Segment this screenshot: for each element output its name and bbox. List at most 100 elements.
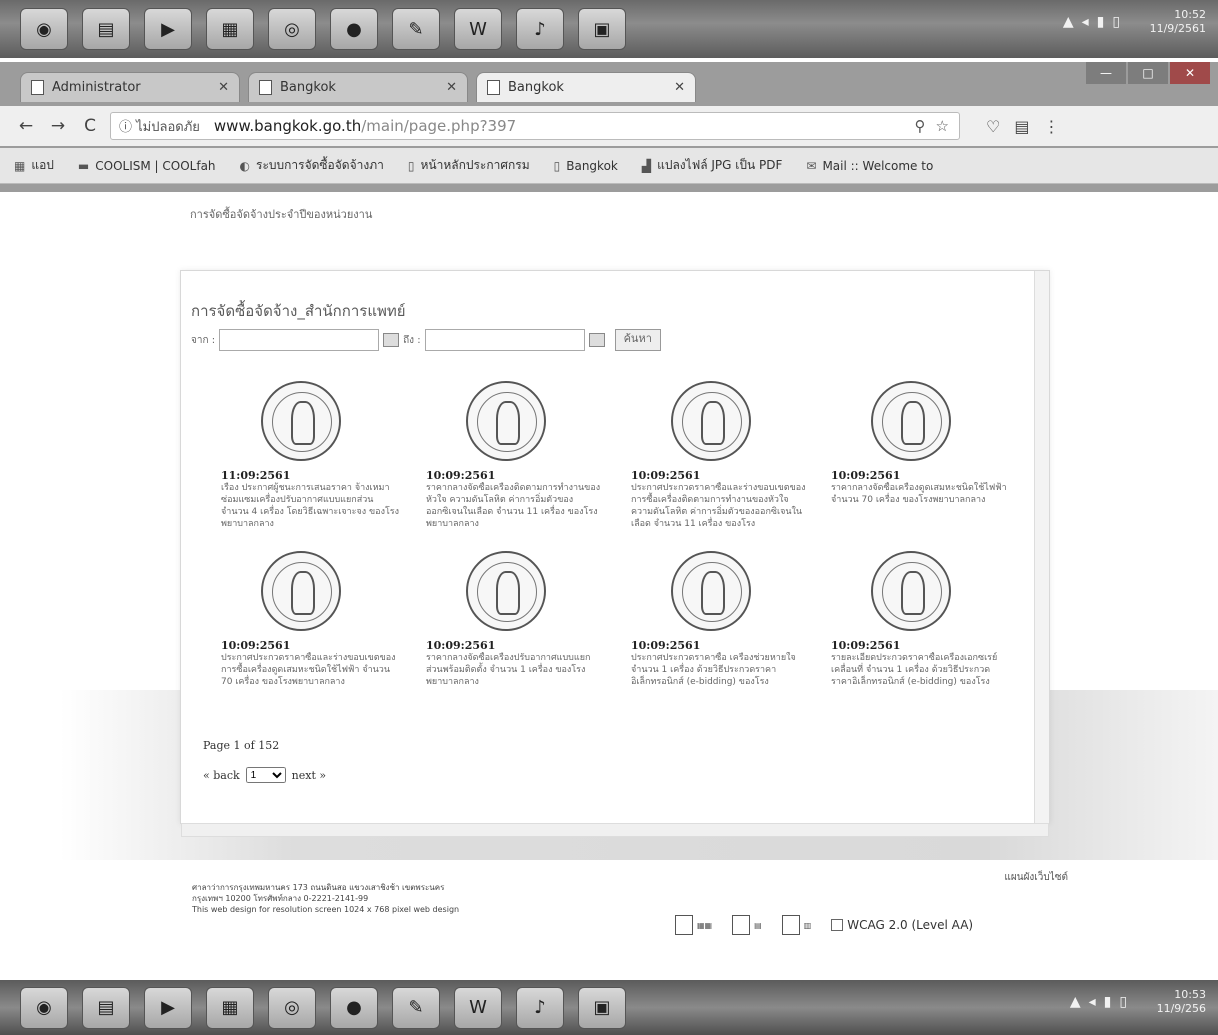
acrobat-icon[interactable]: ♪ (516, 8, 564, 50)
clock-time: 10:52 (1174, 8, 1206, 21)
extension-icon[interactable]: ▤ (1014, 117, 1029, 136)
adobe-logo[interactable]: ▥ (781, 915, 811, 935)
url-host: www.bangkok.go.th (213, 117, 362, 135)
minimize-button[interactable]: — (1086, 62, 1126, 84)
chat-icon[interactable]: ✎ (392, 8, 440, 50)
footer-line: กรุงเทพฯ 10200 โทรศัพท์กลาง 0-2221-2141-… (192, 894, 369, 903)
folder-icon[interactable]: ▣ (578, 986, 626, 1029)
news-card[interactable]: 10:09:2561 ราคากลางจัดซื้อเครื่องดูดเสมห… (831, 381, 1011, 542)
taskbar-bottom: ◉ ▤ ▶ ▦ ◎ ● ✎ W ♪ ▣ ▲◂▮▯ 10:53 11/9/256 (0, 980, 1218, 1035)
tab-administrator[interactable]: Administrator ✕ (20, 72, 240, 102)
bangkok-logo[interactable]: ▦▦ (675, 915, 712, 935)
chrome-icon[interactable]: ◎ (268, 8, 316, 50)
page-icon (31, 80, 44, 95)
start-orb-icon[interactable]: ◉ (20, 986, 68, 1029)
bookmark-bangkok[interactable]: ▯ Bangkok (554, 159, 618, 173)
bookmark-procurement[interactable]: ◐ ระบบการจัดซื้อจัดจ้างภา (240, 156, 384, 175)
media-player-icon[interactable]: ▶ (144, 986, 192, 1029)
news-card[interactable]: 11:09:2561 เรื่อง ประกาศผู้ชนะการเสนอราค… (221, 381, 401, 542)
security-indicator[interactable]: ⓘ ไม่ปลอดภัย (119, 116, 200, 137)
to-date-input[interactable] (424, 329, 585, 351)
next-link[interactable]: next » (292, 769, 326, 782)
search-button[interactable]: ค้นหา (614, 329, 661, 351)
folder-icon[interactable]: ▣ (578, 8, 626, 50)
card-description[interactable]: เรื่อง ประกาศผู้ชนะการเสนอราคา จ้างเหมาซ… (221, 482, 401, 542)
bookmark-apps[interactable]: ▦ แอป (14, 156, 54, 175)
news-card[interactable]: 10:09:2561 ประกาศประกวดราคาซื้อและร่างขอ… (631, 381, 811, 542)
forward-arrow-icon[interactable]: → (46, 116, 70, 136)
start-orb-icon[interactable]: ◉ (20, 8, 68, 50)
word-icon[interactable]: W (454, 986, 502, 1029)
close-icon[interactable]: ✕ (446, 80, 457, 95)
calendar-icon[interactable] (383, 333, 400, 347)
taskbar-top: ◉ ▤ ▶ ▦ ◎ ● ✎ W ♪ ▣ ▲◂▮▯ 10:52 11/9/2561 (0, 0, 1218, 58)
word-icon[interactable]: W (454, 8, 502, 50)
star-icon[interactable]: ☆ (936, 117, 949, 135)
partner-logo[interactable]: ▤ (732, 915, 762, 935)
reload-icon[interactable]: C (78, 116, 102, 136)
card-description[interactable]: ประกาศประกวดราคาซื้อและร่างขอบเขตของการซ… (221, 652, 401, 712)
tray-icons[interactable]: ▲◂▮▯ (1070, 995, 1135, 1009)
card-description[interactable]: รายละเอียดประกวดราคาซื้อเครื่องเอกซเรย์เ… (831, 652, 1011, 712)
shield-icon[interactable]: ♡ (986, 117, 1000, 136)
window-close-button[interactable]: ✕ (1170, 62, 1210, 84)
news-card[interactable]: 10:09:2561 ประกาศประกวดราคาซื้อและร่างขอ… (221, 551, 401, 712)
back-link[interactable]: « back (203, 769, 240, 782)
back-arrow-icon[interactable]: ← (14, 116, 38, 136)
vertical-scrollbar[interactable] (1034, 271, 1049, 823)
card-description[interactable]: ประกาศประกวดราคาซื้อและร่างขอบเขตของการซ… (631, 482, 811, 542)
file-explorer-icon[interactable]: ▤ (82, 8, 130, 50)
sitemap-link[interactable]: แผนผังเว็บไซต์ (1004, 870, 1068, 885)
acrobat-icon[interactable]: ♪ (516, 986, 564, 1029)
page-icon: ▯ (407, 158, 415, 173)
tab-bangkok-1[interactable]: Bangkok ✕ (248, 72, 468, 102)
news-card[interactable]: 10:09:2561 ประกาศประกวดราคาซื้อ เครื่องช… (631, 551, 811, 712)
calendar-icon[interactable] (588, 333, 605, 347)
bookmark-label: Mail :: Welcome to (822, 158, 934, 173)
card-description[interactable]: ราคากลางจัดซื้อเครื่องดูดเสมหะชนิดใช้ไฟฟ… (831, 482, 1011, 542)
line-icon[interactable]: ● (330, 986, 378, 1029)
media-player-icon[interactable]: ▶ (144, 8, 192, 50)
pdf-icon: ▟ (641, 158, 652, 173)
bookmark-jpg-pdf[interactable]: ▟ แปลงไฟล์ JPG เป็น PDF (642, 156, 783, 175)
notes-icon[interactable]: ▦ (206, 8, 254, 50)
bookmark-homepage[interactable]: ▯ หน้าหลักประกาศกรม (408, 156, 530, 175)
notes-icon[interactable]: ▦ (206, 986, 254, 1029)
news-card[interactable]: 10:09:2561 รายละเอียดประกวดราคาซื้อเครื่… (831, 551, 1011, 712)
wcag-badge[interactable]: WCAG 2.0 (Level AA) (831, 918, 973, 932)
news-card[interactable]: 10:09:2561 ราคากลางจัดซื้อเครื่องติดตามก… (426, 381, 606, 542)
page-icon (487, 80, 500, 95)
footer-logos: ▦▦ ▤ ▥ WCAG 2.0 (Level AA) (675, 915, 973, 935)
card-description[interactable]: ราคากลางจัดซื้อเครื่องปรับอากาศแบบแยกส่ว… (426, 652, 606, 712)
tab-strip: Administrator ✕ Bangkok ✕ Bangkok ✕ (20, 72, 704, 104)
menu-icon[interactable]: ⋮ (1043, 117, 1059, 136)
bookmark-label: ระบบการจัดซื้อจัดจ้างภา (256, 158, 384, 172)
card-description[interactable]: ราคากลางจัดซื้อเครื่องติดตามการทำงานของห… (426, 482, 606, 542)
close-icon[interactable]: ✕ (674, 80, 685, 95)
bookmark-mail[interactable]: ✉ Mail :: Welcome to (806, 159, 933, 173)
from-date-input[interactable] (219, 329, 380, 351)
url-path: /main/page.php?397 (361, 117, 517, 135)
line-icon[interactable]: ● (330, 8, 378, 50)
card-description[interactable]: ประกาศประกวดราคาซื้อ เครื่องช่วยหายใจ จำ… (631, 652, 811, 712)
page-select[interactable]: 1 (245, 767, 286, 783)
chrome-icon[interactable]: ◎ (268, 986, 316, 1029)
url-input[interactable]: ⓘ ไม่ปลอดภัย www.bangkok.go.th /main/pag… (110, 112, 960, 140)
zoom-icon[interactable]: ⚲ (915, 117, 926, 135)
maximize-button[interactable]: □ (1128, 62, 1168, 84)
chat-icon[interactable]: ✎ (392, 986, 440, 1029)
mail-icon: ✉ (806, 158, 817, 173)
tab-bangkok-2[interactable]: Bangkok ✕ (476, 72, 696, 102)
card-date: 10:09:2561 (631, 639, 701, 652)
breadcrumb[interactable]: การจัดซื้อจัดจ้างประจำปีของหน่วยงาน (190, 205, 372, 223)
bookmark-label: Bangkok (566, 158, 618, 173)
news-card[interactable]: 10:09:2561 ราคากลางจัดซื้อเครื่องปรับอาก… (426, 551, 606, 712)
close-icon[interactable]: ✕ (218, 80, 229, 95)
horizontal-scrollbar[interactable] (181, 823, 1049, 837)
file-explorer-icon[interactable]: ▤ (82, 986, 130, 1029)
system-tray: ▲◂▮▯ 10:52 11/9/2561 (1063, 8, 1206, 36)
tray-icons[interactable]: ▲◂▮▯ (1063, 15, 1128, 29)
procurement-panel: การจัดซื้อจัดจ้าง_สำนักการแพทย์ จาก : ถึ… (180, 270, 1050, 837)
bookmark-coolism[interactable]: ▬ COOLISM | COOLfah (78, 159, 216, 173)
window-controls: — □ ✕ (1084, 62, 1210, 84)
